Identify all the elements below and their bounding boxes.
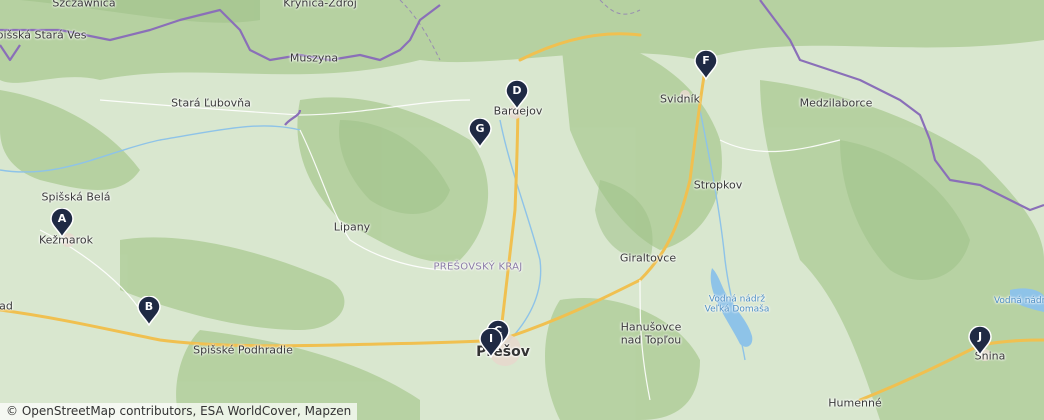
map-view[interactable]: Szczawnica Spišská Stará Ves Krynica-Zdr…	[0, 0, 1044, 420]
marker-d[interactable]: D	[505, 80, 529, 110]
place-giraltovce: Giraltovce	[619, 251, 677, 265]
place-hanusovce: Hanušovce nad Topľou	[620, 320, 682, 346]
marker-i[interactable]: I	[479, 328, 503, 358]
map-attribution[interactable]: © OpenStreetMap contributors, ESA WorldC…	[0, 403, 358, 420]
place-presovsky-kraj: PREŠOVSKÝ KRAJ	[433, 261, 523, 273]
place-spisske-podhradie: Spišské Podhradie	[193, 343, 293, 357]
marker-label: J	[977, 330, 983, 343]
place-krynica: Krynica-Zdrój	[283, 0, 357, 10]
marker-label: D	[512, 84, 522, 97]
marker-label: I	[488, 332, 494, 345]
place-lipany: Lipany	[333, 220, 371, 234]
place-ad: ad	[0, 299, 13, 313]
place-domasa: Vodná nádrž Veľká Domaša	[704, 294, 770, 315]
place-stara-lubovna: Stará Ľubovňa	[171, 96, 251, 110]
marker-label: F	[702, 54, 710, 67]
place-vodna-nadrz: Vodná nádrž	[993, 295, 1044, 306]
place-svidnik: Svidník	[660, 92, 700, 106]
marker-label: B	[144, 300, 154, 313]
marker-label: G	[475, 122, 485, 135]
marker-a[interactable]: A	[50, 208, 74, 238]
place-stropkov: Stropkov	[693, 178, 743, 192]
place-spisska-stara-ves: Spišská Stará Ves	[0, 28, 87, 42]
place-szczawnica: Szczawnica	[52, 0, 116, 10]
marker-b[interactable]: B	[137, 296, 161, 326]
place-muszyna: Muszyna	[289, 51, 339, 65]
place-spisska-bela: Spišská Belá	[41, 190, 111, 204]
marker-f[interactable]: F	[694, 50, 718, 80]
place-medzilaborce: Medzilaborce	[799, 96, 873, 110]
marker-g[interactable]: G	[468, 118, 492, 148]
marker-label: A	[57, 212, 67, 225]
marker-j[interactable]: J	[968, 326, 992, 356]
place-humenne: Humenné	[828, 396, 882, 410]
